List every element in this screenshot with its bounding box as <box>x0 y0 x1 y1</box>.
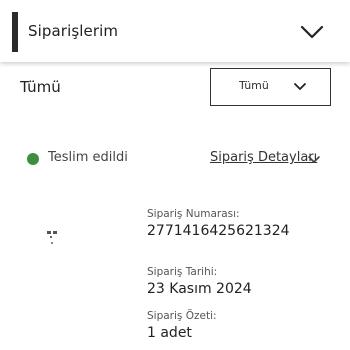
order-number-label: Sipariş Numarası: <box>147 208 240 220</box>
order-summary-block: Sipariş Özeti: 1 adet <box>147 310 217 341</box>
header-toggle-button[interactable] <box>298 22 326 42</box>
order-status: Teslim edildi <box>48 150 128 165</box>
order-summary-value: 1 adet <box>147 325 192 341</box>
page-header: Siparişlerim <box>0 0 350 62</box>
order-summary-label: Sipariş Özeti: <box>147 310 217 322</box>
filter-selected-value: Tümü <box>239 79 269 92</box>
chevron-down-icon <box>300 25 324 39</box>
chevron-down-icon[interactable] <box>307 155 321 165</box>
order-number-block: Sipariş Numarası: 2771416425621324 <box>147 208 290 239</box>
order-number-value: 2771416425621324 <box>147 223 290 239</box>
header-accent-bar <box>12 12 18 52</box>
filter-dropdown[interactable]: Tümü <box>210 68 331 106</box>
page-title: Siparişlerim <box>28 22 119 40</box>
product-thumbnail[interactable] <box>44 228 60 248</box>
order-details-link[interactable]: Sipariş Detayları <box>210 150 317 165</box>
filter-label: Tümü <box>20 78 61 96</box>
chevron-down-icon <box>294 83 306 90</box>
status-indicator <box>27 153 39 165</box>
order-date-value: 23 Kasım 2024 <box>147 281 252 297</box>
order-date-label: Sipariş Tarihi: <box>147 266 218 278</box>
order-date-block: Sipariş Tarihi: 23 Kasım 2024 <box>147 266 252 297</box>
